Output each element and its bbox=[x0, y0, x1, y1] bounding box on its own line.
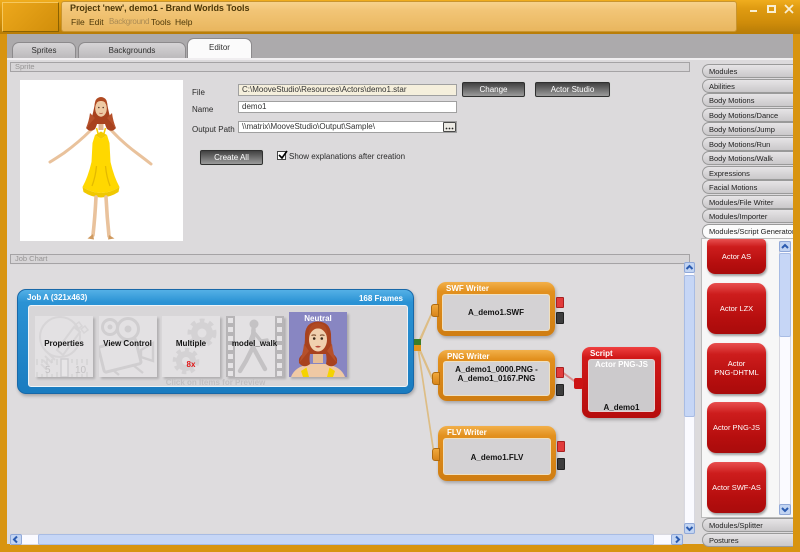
svg-text:5: 5 bbox=[45, 365, 51, 376]
svg-text:10: 10 bbox=[75, 365, 87, 376]
